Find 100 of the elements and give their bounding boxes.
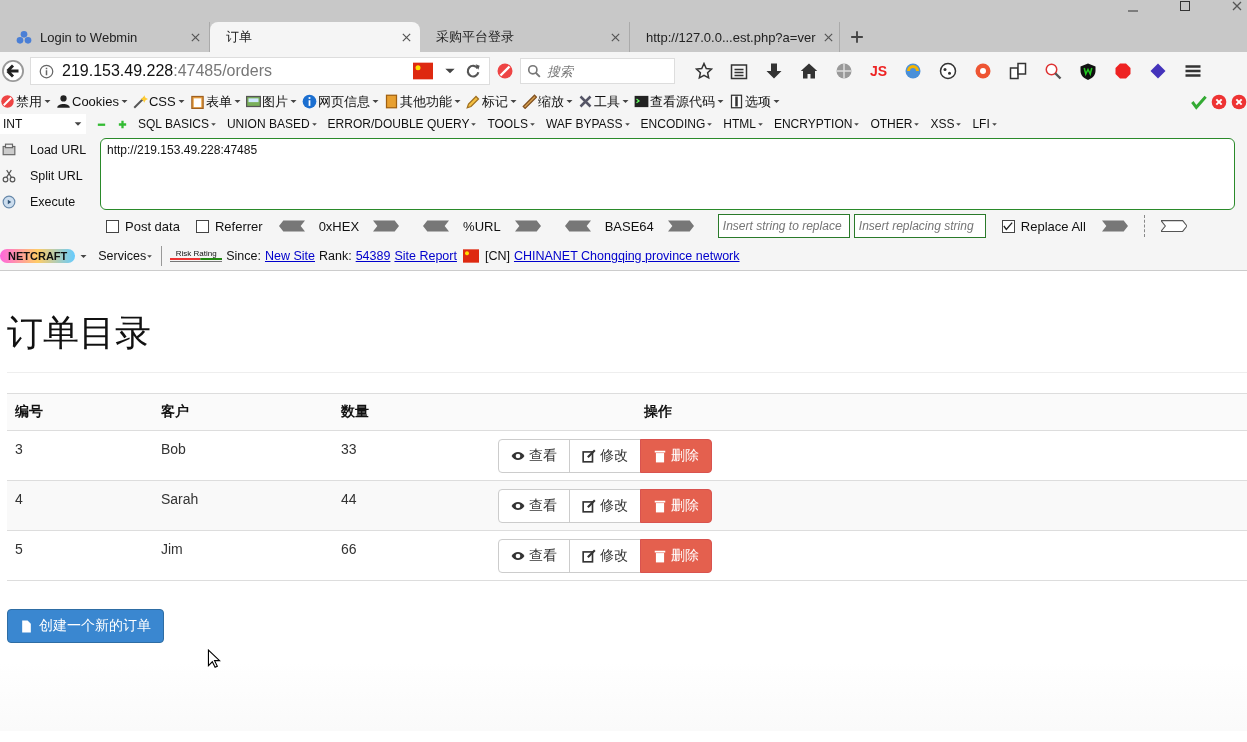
star-icon[interactable] bbox=[695, 62, 713, 80]
replace-field[interactable]: Insert string to replace bbox=[717, 214, 850, 238]
decode-arrow-icon[interactable] bbox=[278, 219, 305, 233]
magnifier-icon[interactable] bbox=[1044, 62, 1063, 80]
check-icon[interactable] bbox=[1191, 93, 1207, 110]
close-icon[interactable] bbox=[401, 31, 412, 43]
hackbar-menu[interactable]: OTHER bbox=[870, 117, 921, 131]
blocked-icon[interactable] bbox=[496, 62, 514, 80]
close-icon[interactable] bbox=[190, 31, 201, 43]
table-cell: 44 bbox=[333, 480, 479, 531]
hackbar-menu[interactable]: ENCRYPTION bbox=[773, 117, 861, 131]
encode-arrow-icon[interactable] bbox=[514, 219, 541, 233]
download-icon[interactable] bbox=[765, 62, 783, 80]
home-icon[interactable] bbox=[800, 62, 818, 80]
toolbar-menu[interactable]: 查看源代码 bbox=[633, 92, 725, 111]
encoding-label: BASE64 bbox=[604, 218, 654, 234]
hackbar-action[interactable]: Execute bbox=[0, 192, 100, 212]
globe-icon[interactable] bbox=[835, 62, 853, 80]
hackbar-menu[interactable]: ERROR/DOUBLE QUERY bbox=[327, 117, 478, 131]
checkbox[interactable] bbox=[195, 219, 209, 233]
pages-icon[interactable] bbox=[1009, 62, 1028, 80]
cookie-icon[interactable] bbox=[939, 62, 958, 80]
toolbar-menu[interactable]: 标记 bbox=[465, 92, 518, 111]
hackbar-menu[interactable]: TOOLS bbox=[487, 117, 536, 131]
hackbar-menu[interactable]: HTML bbox=[723, 117, 764, 131]
edit-button[interactable]: 修改 bbox=[569, 539, 641, 573]
caret-icon bbox=[470, 120, 478, 128]
view-button[interactable]: 查看 bbox=[498, 439, 570, 473]
sync-icon[interactable] bbox=[904, 62, 923, 80]
hackbar-action[interactable]: Load URL bbox=[0, 140, 100, 160]
services-menu[interactable]: Services bbox=[98, 249, 154, 263]
hackbar-menu[interactable]: ENCODING bbox=[640, 117, 714, 131]
search-input[interactable]: 搜索 bbox=[547, 60, 668, 82]
back-button-icon[interactable] bbox=[2, 60, 24, 82]
maximize-icon[interactable] bbox=[1179, 0, 1191, 12]
arrow-icon[interactable] bbox=[1160, 219, 1187, 233]
column-header: 操作 bbox=[479, 393, 1247, 431]
close-icon[interactable] bbox=[1231, 0, 1243, 12]
search-field[interactable]: 搜索 bbox=[520, 58, 675, 84]
replace-arrow-icon[interactable] bbox=[1101, 219, 1128, 233]
new-tab-icon[interactable] bbox=[850, 30, 864, 44]
caret-icon bbox=[620, 97, 630, 106]
toolbar-menu[interactable]: 网页信息 bbox=[301, 92, 380, 111]
toolbar-menu[interactable]: 表单 bbox=[189, 92, 242, 111]
replacing-field[interactable]: Insert replacing string bbox=[853, 214, 986, 238]
table-cell: 33 bbox=[333, 430, 479, 481]
decode-arrow-icon[interactable] bbox=[564, 219, 591, 233]
site-report-link[interactable]: Site Report bbox=[394, 249, 457, 263]
toolbar-menu[interactable]: 图片 bbox=[245, 92, 298, 111]
browser-tab[interactable]: 订单 bbox=[210, 22, 420, 52]
hackbar-menu[interactable]: LFI bbox=[972, 117, 998, 131]
edit-button[interactable]: 修改 bbox=[569, 489, 641, 523]
address-bar[interactable]: 219.153.49.228:47485/orders bbox=[30, 57, 490, 85]
hackbar-menu[interactable]: SQL BASICS bbox=[138, 117, 217, 131]
tab-title: 采购平台登录 bbox=[436, 28, 515, 46]
adblock-icon[interactable] bbox=[1114, 62, 1133, 80]
clipboard-icon bbox=[189, 94, 205, 109]
hackbar-menu[interactable]: UNION BASED bbox=[226, 117, 318, 131]
encode-arrow-icon[interactable] bbox=[667, 219, 694, 233]
hackbar-action[interactable]: Split URL bbox=[0, 166, 100, 186]
menu-icon[interactable] bbox=[1184, 62, 1203, 80]
hackbar-menu[interactable]: XSS bbox=[930, 117, 963, 131]
since-label: Since: bbox=[226, 249, 261, 263]
ruler-icon bbox=[521, 94, 537, 109]
decode-arrow-icon[interactable] bbox=[423, 219, 450, 233]
close-icon[interactable] bbox=[823, 31, 835, 43]
caret-icon bbox=[146, 252, 154, 260]
info-icon[interactable] bbox=[39, 63, 54, 79]
encode-arrow-icon[interactable] bbox=[373, 219, 400, 233]
url-textarea[interactable]: http://219.153.49.228:47485 bbox=[100, 138, 1235, 210]
view-button[interactable]: 查看 bbox=[498, 539, 570, 573]
rank-link[interactable]: 54389 bbox=[355, 249, 391, 263]
toolbar-menu[interactable]: 其他功能 bbox=[383, 92, 462, 111]
toolbar-menu[interactable]: 选项 bbox=[728, 92, 781, 111]
network-link[interactable]: CHINANET Chongqing province network bbox=[513, 249, 740, 263]
js-button[interactable]: JS bbox=[870, 63, 888, 79]
shield-icon[interactable] bbox=[1079, 62, 1098, 80]
diamond-icon[interactable] bbox=[1149, 62, 1168, 80]
close-icon[interactable] bbox=[1231, 93, 1247, 110]
checkbox[interactable] bbox=[106, 219, 119, 233]
close-icon[interactable] bbox=[1211, 93, 1227, 110]
toolbar-menu[interactable]: CSS bbox=[132, 94, 186, 109]
close-icon[interactable] bbox=[610, 31, 621, 43]
toolbar-menu[interactable]: 缩放 bbox=[521, 92, 574, 111]
clipboard-icon[interactable] bbox=[730, 62, 748, 80]
view-button[interactable]: 查看 bbox=[498, 489, 570, 523]
toolbar-menu[interactable]: 工具 bbox=[577, 92, 630, 111]
toolbar-menu[interactable]: 禁用 bbox=[0, 92, 52, 111]
hackbar-menu[interactable]: WAF BYPASS bbox=[545, 117, 631, 131]
edit-button[interactable]: 修改 bbox=[569, 439, 641, 473]
edit-icon bbox=[582, 549, 596, 563]
checkbox[interactable] bbox=[1001, 219, 1015, 233]
option-label: Post data bbox=[125, 218, 180, 234]
create-order-button[interactable]: 创建一个新的订单 bbox=[7, 609, 164, 643]
netcraft-logo[interactable]: NETCRAFT bbox=[0, 249, 76, 263]
site-link[interactable]: New Site bbox=[264, 249, 315, 263]
reload-icon[interactable] bbox=[465, 63, 481, 79]
lifebuoy-icon[interactable] bbox=[974, 62, 993, 80]
type-select[interactable]: INT bbox=[0, 114, 86, 134]
toolbar-menu[interactable]: Cookies bbox=[56, 94, 129, 109]
